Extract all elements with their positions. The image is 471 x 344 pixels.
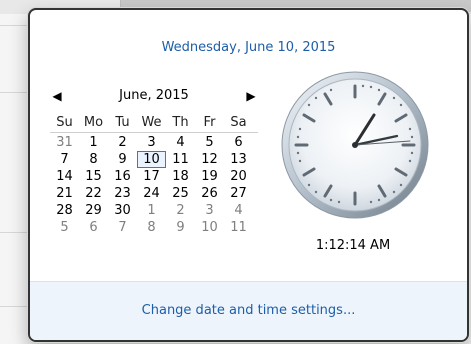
calendar-day[interactable]: 6 xyxy=(79,219,108,236)
calendar-day[interactable]: 16 xyxy=(108,168,137,185)
clock-face-icon xyxy=(281,71,429,219)
calendar-day[interactable]: 8 xyxy=(79,151,108,168)
calendar-day[interactable]: 13 xyxy=(224,151,253,168)
calendar-day[interactable]: 7 xyxy=(108,219,137,236)
calendar-day[interactable]: 11 xyxy=(166,151,195,168)
calendar-day-selected[interactable]: 10 xyxy=(137,151,166,168)
calendar-day[interactable]: 26 xyxy=(195,185,224,202)
date-time-popup: Wednesday, June 10, 2015 ◀ June, 2015 ▶ … xyxy=(28,8,469,342)
background-divider xyxy=(0,25,30,26)
calendar-day[interactable]: 17 xyxy=(137,168,166,185)
calendar-day[interactable]: 8 xyxy=(137,219,166,236)
weekday-tuesday: Tu xyxy=(115,115,130,130)
calendar-day[interactable]: 18 xyxy=(166,168,195,185)
background-divider xyxy=(0,306,30,307)
calendar-day[interactable]: 4 xyxy=(224,202,253,219)
calendar-day[interactable]: 20 xyxy=(224,168,253,185)
calendar-day[interactable]: 30 xyxy=(108,202,137,219)
calendar-day[interactable]: 21 xyxy=(50,185,79,202)
calendar-day[interactable]: 12 xyxy=(195,151,224,168)
calendar-day[interactable]: 29 xyxy=(79,202,108,219)
settings-footer: Change date and time settings... xyxy=(30,281,467,340)
calendar-day[interactable]: 28 xyxy=(50,202,79,219)
full-date-link[interactable]: Wednesday, June 10, 2015 xyxy=(30,40,467,55)
calendar-day[interactable]: 24 xyxy=(137,185,166,202)
weekday-monday: Mo xyxy=(83,115,104,130)
calendar-day[interactable]: 9 xyxy=(108,151,137,168)
calendar-header: ◀ June, 2015 ▶ xyxy=(50,86,258,106)
month-calendar: ◀ June, 2015 ▶ Su Mo Tu We Th Fr Sa 31 1… xyxy=(50,86,258,266)
calendar-day[interactable]: 3 xyxy=(137,134,166,151)
change-date-time-settings-link[interactable]: Change date and time settings... xyxy=(30,303,467,318)
calendar-day[interactable]: 4 xyxy=(166,134,195,151)
current-time-label: 1:12:14 AM xyxy=(315,238,391,253)
calendar-day[interactable]: 5 xyxy=(50,219,79,236)
background-divider xyxy=(0,92,30,93)
calendar-day[interactable]: 23 xyxy=(108,185,137,202)
calendar-day[interactable]: 14 xyxy=(50,168,79,185)
calendar-day[interactable]: 10 xyxy=(195,219,224,236)
calendar-day[interactable]: 31 xyxy=(50,134,79,151)
calendar-day[interactable]: 9 xyxy=(166,219,195,236)
calendar-day[interactable]: 15 xyxy=(79,168,108,185)
calendar-day[interactable]: 7 xyxy=(50,151,79,168)
analog-clock xyxy=(278,68,432,222)
weekday-saturday: Sa xyxy=(230,115,247,130)
background-divider xyxy=(0,232,30,233)
weekday-header-row: Su Mo Tu We Th Fr Sa xyxy=(50,114,258,133)
calendar-day[interactable]: 6 xyxy=(224,134,253,151)
calendar-day[interactable]: 22 xyxy=(79,185,108,202)
calendar-day[interactable]: 2 xyxy=(108,134,137,151)
calendar-day[interactable]: 5 xyxy=(195,134,224,151)
weekday-friday: Fr xyxy=(203,115,216,130)
calendar-day[interactable]: 19 xyxy=(195,168,224,185)
calendar-day[interactable]: 3 xyxy=(195,202,224,219)
calendar-day[interactable]: 27 xyxy=(224,185,253,202)
calendar-day[interactable]: 11 xyxy=(224,219,253,236)
calendar-day[interactable]: 1 xyxy=(79,134,108,151)
weekday-sunday: Su xyxy=(56,115,73,130)
calendar-day[interactable]: 2 xyxy=(166,202,195,219)
calendar-day[interactable]: 25 xyxy=(166,185,195,202)
calendar-day[interactable]: 1 xyxy=(137,202,166,219)
calendar-days-grid: 31 1 2 3 4 5 6 7 8 9 10 11 12 13 14 15 1… xyxy=(50,134,258,236)
weekday-wednesday: We xyxy=(141,115,162,130)
chevron-left-icon[interactable]: ◀ xyxy=(50,86,64,106)
weekday-thursday: Th xyxy=(172,115,189,130)
chevron-right-icon[interactable]: ▶ xyxy=(244,86,258,106)
month-title[interactable]: June, 2015 xyxy=(100,86,208,106)
